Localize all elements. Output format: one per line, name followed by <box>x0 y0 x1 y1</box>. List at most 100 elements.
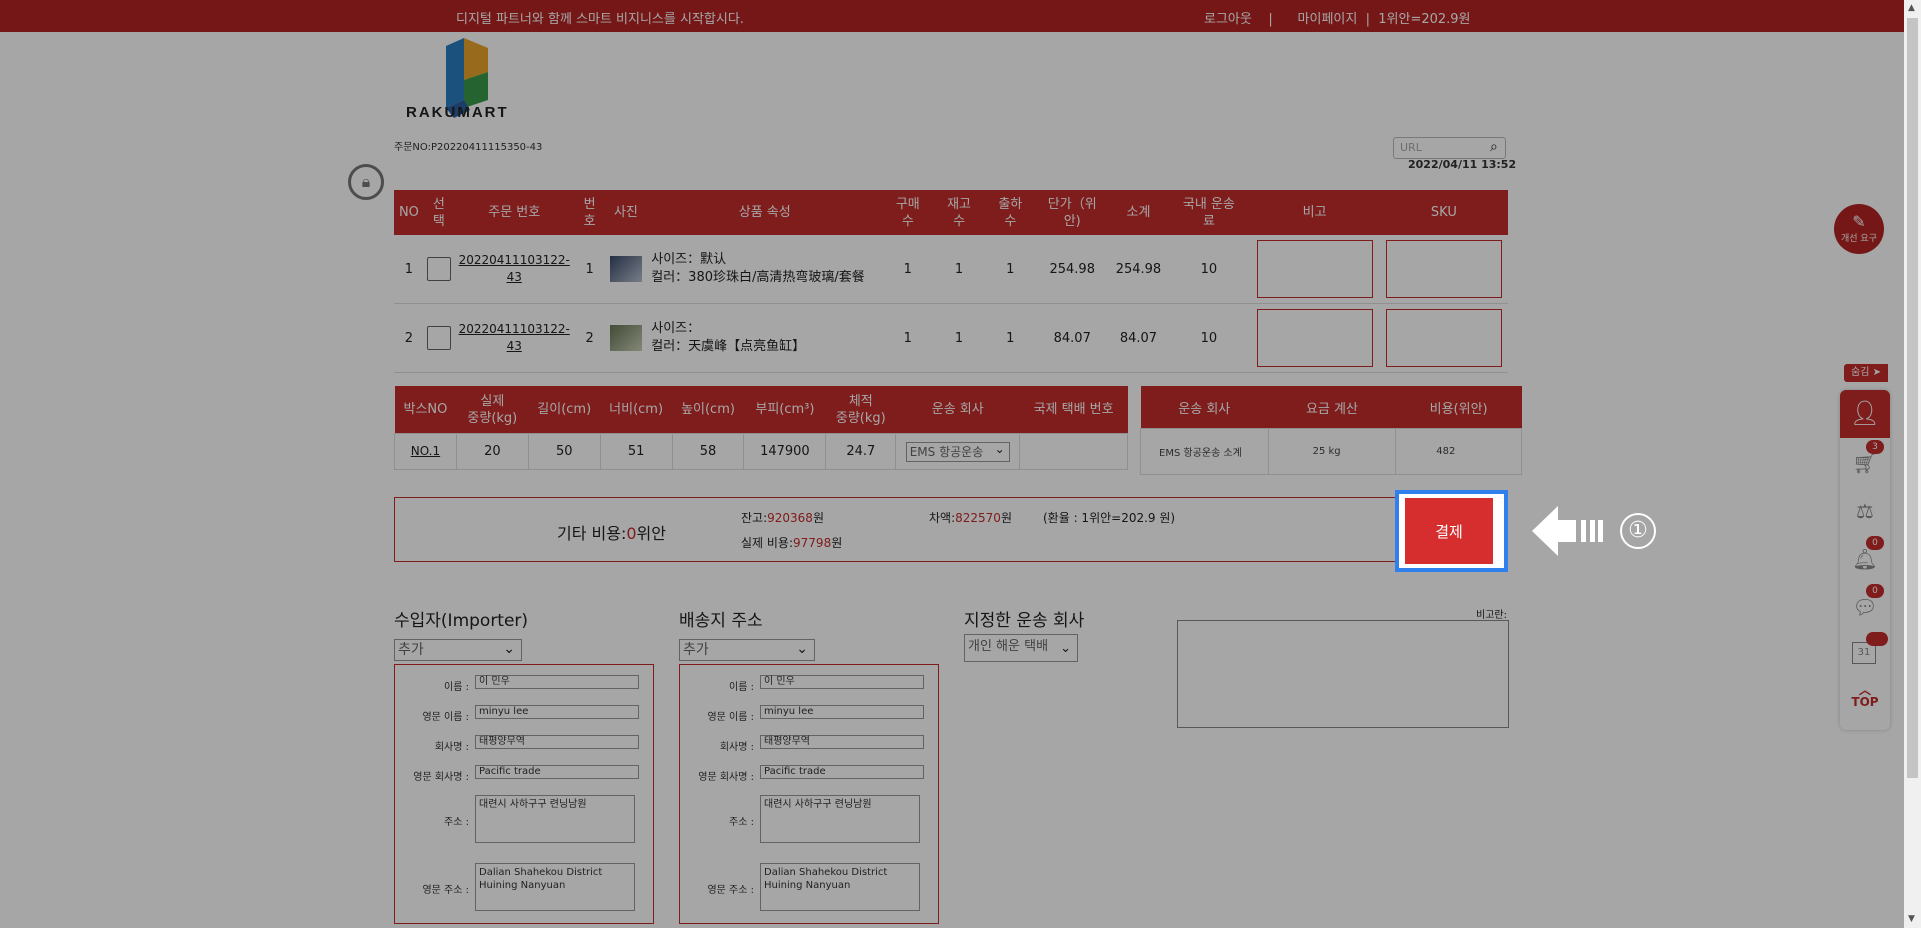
column-header: 단가（위 안) <box>1035 190 1109 235</box>
en-address-label: 영문 주소 : <box>422 885 469 896</box>
user-icon[interactable]: 👤︎ <box>1840 390 1890 438</box>
en-name-field[interactable]: minyu lee <box>475 705 639 719</box>
pay-button[interactable]: 결제 <box>1405 498 1493 564</box>
exchange-rate: (환율 : 1위안=202.9 원) <box>1043 511 1176 525</box>
scroll-down-icon[interactable]: ▼ <box>1908 914 1915 924</box>
company-field[interactable]: 태평양무역 <box>475 735 639 749</box>
actual-label: 실제 비용: <box>741 536 794 550</box>
shipping-company-select[interactable]: 개인 해운 택배 ⌄ <box>964 634 1078 662</box>
remark-label: 비고란: <box>1476 610 1507 621</box>
en-name-label: 영문 이름 : <box>707 712 754 723</box>
delivery-select-value: 추가 <box>683 642 709 658</box>
table-row: EMS 항공운송 소계 25 kg 482 <box>1140 428 1522 475</box>
column-header: 비고 <box>1249 190 1380 235</box>
row-checkbox[interactable] <box>426 257 451 281</box>
color-attr: 컬러：天虞峰【点亮鱼缸】 <box>651 339 806 354</box>
table-row: 2 20220411103122-43 2 사이즈： 컬러：天虞峰【点亮鱼缸】 1… <box>394 303 1508 373</box>
product-photo[interactable] <box>609 325 642 351</box>
top-bar: 디지털 파트너와 함께 스마트 비지니스를 시작합시다. 로그아웃 | 마이페이… <box>0 0 1904 32</box>
other-fee: 기타 비용:0위안 <box>557 520 666 544</box>
cost-calc: 25 kg <box>1267 428 1397 475</box>
box-volume: 147900 <box>743 433 827 470</box>
table-row: NO.1 20 50 51 58 147900 24.7 EMS 항공운송 <box>394 433 1128 470</box>
importer-select-value: 추가 <box>398 642 424 658</box>
scrollbar-thumb[interactable] <box>1907 18 1918 778</box>
name-label: 이름 : <box>444 682 469 693</box>
en-address-field[interactable]: Dalian Shahekou District Huining Nanyuan <box>760 863 920 911</box>
stock-qty: 1 <box>933 303 985 373</box>
product-photo[interactable] <box>609 256 642 282</box>
pen-icon: ✎ <box>1852 212 1866 231</box>
chevron-down-icon: ⌄ <box>503 641 515 657</box>
top-links[interactable]: 로그아웃 | 마이페이지 | 1위안=202.9원 <box>1204 8 1471 27</box>
name-field[interactable]: 이 민우 <box>760 675 924 689</box>
table-row: 1 20220411103122-43 1 사이즈：默认 컬러：380珍珠白/高清… <box>394 235 1508 304</box>
remark-textarea[interactable] <box>1177 620 1509 728</box>
delivery-select[interactable]: 추가 ⌄ <box>679 639 815 661</box>
hide-sidebar-tab[interactable]: 숨김 ➤ <box>1844 364 1888 382</box>
en-company-field[interactable]: Pacific trade <box>760 765 924 779</box>
en-name-label: 영문 이름 : <box>422 712 469 723</box>
column-header: 너비(cm) <box>600 386 673 434</box>
importer-select[interactable]: 추가 ⌄ <box>394 639 522 661</box>
scrollbar[interactable]: ▲ ▼ <box>1904 0 1921 928</box>
sku-textarea[interactable] <box>1385 240 1502 298</box>
scale-icon[interactable]: ⚖︎ <box>1852 498 1878 524</box>
message-badge: 0 <box>1866 584 1884 598</box>
chevron-down-icon: ⌄ <box>796 641 808 657</box>
order-link[interactable]: 20220411103122-43 <box>459 322 570 353</box>
cost-table: 운송 회사 요금 계산 비용(위안) EMS 항공운송 소계 25 kg 482 <box>1140 386 1522 475</box>
company-field[interactable]: 태평양무역 <box>760 735 924 749</box>
column-header: 체적 중량(kg) <box>825 386 896 434</box>
remark-textarea[interactable] <box>1256 309 1373 367</box>
logo-text: RAKUMART <box>406 104 509 121</box>
box-width: 51 <box>599 433 673 470</box>
column-header: 사진 <box>604 190 648 235</box>
scroll-up-icon[interactable]: ▲ <box>1908 3 1915 13</box>
domestic-fee: 10 <box>1168 303 1250 373</box>
shipping-company-value: 개인 해운 택배 <box>968 639 1049 654</box>
actual-value: 97798 <box>793 536 832 550</box>
importer-form: 이름 : 이 민우 영문 이름 : minyu lee 회사명 : 태평양무역 영문 … <box>394 664 654 924</box>
en-address-field[interactable]: Dalian Shahekou District Huining Nanyuan <box>475 863 635 911</box>
box-weight: 20 <box>455 433 529 470</box>
sku-textarea[interactable] <box>1385 309 1502 367</box>
column-header: 운송 회사 <box>895 386 1020 434</box>
column-header: 부피(cm³) <box>743 386 826 434</box>
delivery-title: 배송지 주소 <box>679 611 763 631</box>
scroll-top-button[interactable]: ︿ TOP <box>1848 684 1882 708</box>
ship-qty: 1 <box>984 235 1036 304</box>
en-name-field[interactable]: minyu lee <box>760 705 924 719</box>
cost-carrier: EMS 항공운송 소계 <box>1140 428 1269 475</box>
remark-textarea[interactable] <box>1256 240 1373 298</box>
address-field[interactable]: 대련시 사하구구 련닝남원 <box>760 795 920 843</box>
row-checkbox[interactable] <box>426 326 451 350</box>
buy-qty: 1 <box>882 235 934 304</box>
name-label: 이름 : <box>729 682 754 693</box>
order-link[interactable]: 20220411103122-43 <box>459 253 570 284</box>
address-label: 주소 : <box>729 817 754 828</box>
product-header-row: NO 선 택 주문 번호 번 호 사진 상품 속성 구매 수 재고 수 출하 수 단가（위 안) 소계 국내 운송… <box>394 190 1508 235</box>
column-header: 번호 <box>574 190 605 235</box>
buy-qty: 1 <box>882 303 934 373</box>
column-header: 비용(위안) <box>1395 386 1522 429</box>
color-attr: 컬러：380珍珠白/高清热弯玻璃/套餐 <box>651 270 865 285</box>
size-attr: 사이즈： <box>651 321 701 336</box>
page: 디지털 파트너와 함께 스마트 비지니스를 시작합시다. 로그아웃 | 마이페이… <box>0 0 1904 928</box>
lock-icon[interactable]: 🔒︎ <box>348 164 384 200</box>
box-link[interactable]: NO.1 <box>411 444 440 458</box>
column-header: 요금 계산 <box>1268 386 1396 429</box>
balance-value: 920368 <box>767 511 813 525</box>
feedback-button[interactable]: ✎ 개선 요구 <box>1834 204 1884 254</box>
en-company-field[interactable]: Pacific trade <box>475 765 639 779</box>
address-field[interactable]: 대련시 사하구구 련닝남원 <box>475 795 635 843</box>
product-attributes: 사이즈： 컬러：天虞峰【点亮鱼缸】 <box>647 303 883 373</box>
name-field[interactable]: 이 민우 <box>475 675 639 689</box>
stock-qty: 1 <box>933 235 985 304</box>
column-header: SKU <box>1379 190 1508 235</box>
column-header: 출하 수 <box>984 190 1036 235</box>
search-icon[interactable]: ⌕ <box>1490 139 1498 155</box>
carrier-select[interactable]: EMS 항공운송 <box>905 440 1010 462</box>
cost-header-row: 운송 회사 요금 계산 비용(위안) <box>1140 386 1522 429</box>
address-label: 주소 : <box>444 817 469 828</box>
